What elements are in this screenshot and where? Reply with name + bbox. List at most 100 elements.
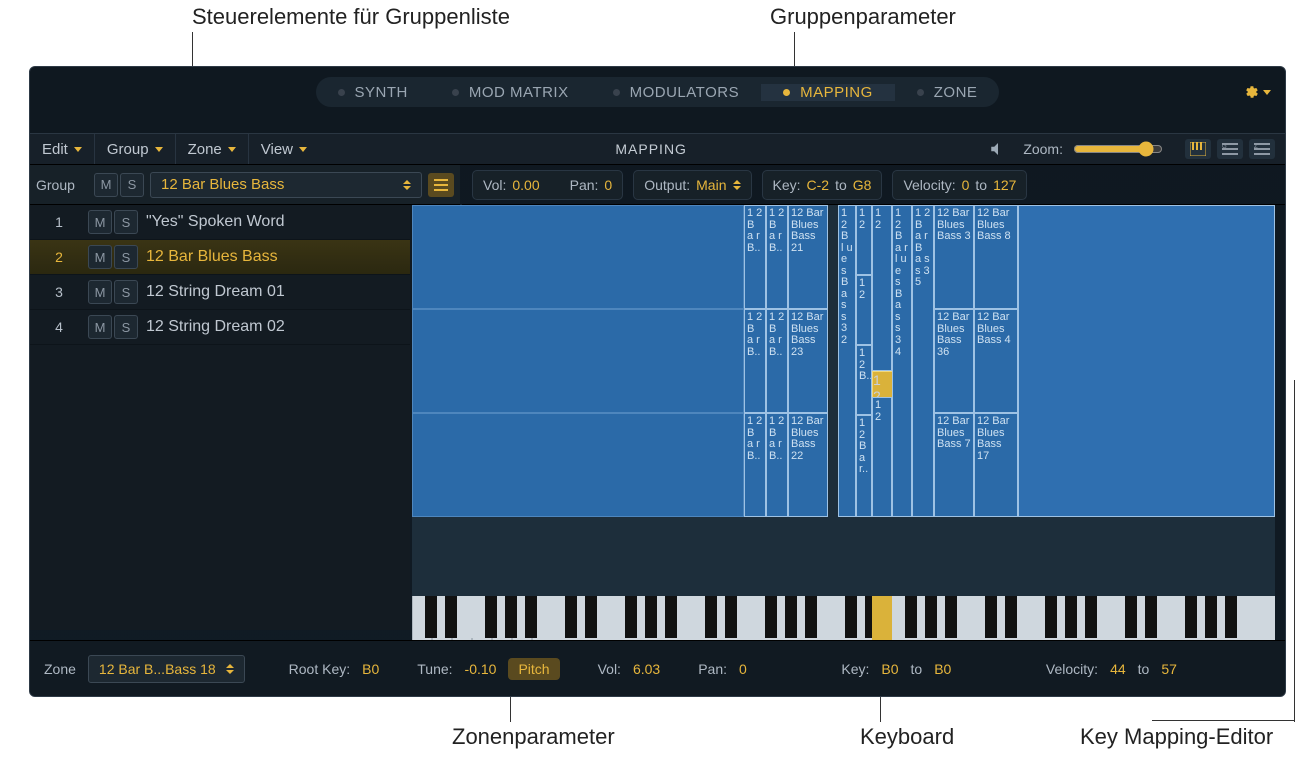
group-row[interactable]: 1 MS "Yes" Spoken Word bbox=[30, 205, 410, 240]
mute-button[interactable]: M bbox=[88, 245, 112, 269]
callout-line bbox=[1152, 720, 1295, 721]
zone-block[interactable]: 1 2 B.. bbox=[856, 345, 872, 415]
zone-vel-hi[interactable]: 57 bbox=[1161, 661, 1177, 677]
audition-button[interactable] bbox=[983, 140, 1013, 158]
tab-zone[interactable]: ZONE bbox=[895, 84, 1000, 101]
menu-edit[interactable]: Edit bbox=[30, 134, 95, 164]
zone-block[interactable]: 1 2 B a r B.. bbox=[744, 309, 766, 413]
zone-block[interactable]: 1 2 B a r B a s s 3 5 bbox=[912, 205, 934, 517]
zone-block[interactable]: 1 2 B a r B.. bbox=[766, 205, 788, 309]
stepper-icon bbox=[403, 180, 411, 190]
group-key-label: Key: bbox=[773, 177, 801, 193]
group-key-hi[interactable]: G8 bbox=[853, 177, 872, 193]
zone-selected[interactable]: 1 2.. bbox=[872, 371, 894, 399]
zoom-label: Zoom: bbox=[1023, 141, 1063, 157]
menu-label: View bbox=[261, 141, 293, 158]
svg-text:G: G bbox=[1222, 144, 1227, 150]
zone-block[interactable] bbox=[412, 413, 744, 517]
tab-label: MOD MATRIX bbox=[469, 84, 569, 101]
tabs: SYNTH MOD MATRIX MODULATORS MAPPING ZONE bbox=[316, 77, 1000, 107]
zone-block[interactable]: 1 2 B a r B.. bbox=[744, 413, 766, 517]
zone-block[interactable]: 1 2 B a r B.. bbox=[766, 413, 788, 517]
group-vol-value[interactable]: 0.00 bbox=[512, 177, 539, 193]
view-group-list-button[interactable]: G bbox=[1217, 139, 1243, 159]
zone-block[interactable]: 12 Bar Blues Bass 4 bbox=[974, 309, 1018, 413]
group-select[interactable]: 12 Bar Blues Bass bbox=[150, 172, 422, 198]
zoom-slider[interactable] bbox=[1073, 141, 1163, 157]
list-icon: G bbox=[1222, 142, 1238, 156]
group-row[interactable]: 4 MS 12 String Dream 02 bbox=[30, 310, 410, 345]
root-key-value[interactable]: B0 bbox=[362, 661, 379, 677]
tab-mod-matrix[interactable]: MOD MATRIX bbox=[430, 84, 591, 101]
group-number: 4 bbox=[38, 319, 80, 335]
zone-block[interactable]: 1 2 bbox=[872, 205, 892, 371]
zone-key-hi[interactable]: B0 bbox=[934, 661, 951, 677]
zone-block[interactable]: 12 Bar Blues Bass 3 bbox=[934, 205, 974, 309]
callout-line bbox=[1294, 380, 1295, 722]
solo-button[interactable]: S bbox=[114, 315, 138, 339]
zone-block[interactable]: 1 2 B l u e s B a s s 3 2 bbox=[838, 205, 856, 517]
mute-all-button[interactable]: M bbox=[94, 173, 118, 197]
menu-group[interactable]: Group bbox=[95, 134, 176, 164]
zone-block[interactable]: 1 2 B a r B.. bbox=[766, 309, 788, 413]
tune-label: Tune: bbox=[417, 661, 452, 677]
stepper-icon bbox=[733, 180, 741, 190]
group-row[interactable]: 3 MS 12 String Dream 01 bbox=[30, 275, 410, 310]
zone-block[interactable]: 1 2 bbox=[872, 397, 892, 517]
tab-mapping[interactable]: MAPPING bbox=[761, 84, 895, 101]
chevron-down-icon bbox=[1263, 90, 1271, 95]
zone-block[interactable]: 12 Bar Blues Bass 7 bbox=[934, 413, 974, 517]
group-list-toggle-button[interactable] bbox=[428, 173, 454, 197]
mute-button[interactable]: M bbox=[88, 280, 112, 304]
zone-block[interactable]: 12 Bar Blues Bass 17 bbox=[974, 413, 1018, 517]
solo-button[interactable]: S bbox=[114, 210, 138, 234]
mute-button[interactable]: M bbox=[88, 210, 112, 234]
zone-block[interactable]: 1 2 bbox=[856, 275, 872, 345]
menu-zone[interactable]: Zone bbox=[176, 134, 249, 164]
group-name: 12 String Dream 02 bbox=[146, 318, 285, 336]
group-output-value: Main bbox=[696, 177, 726, 193]
key-mapping-editor[interactable]: 12 Bar Blues Bass 12 1 2 B a r B.. 1 2 B… bbox=[412, 205, 1275, 596]
group-name: 12 Bar Blues Bass bbox=[146, 248, 278, 266]
zone-vol-value[interactable]: 6.03 bbox=[633, 661, 660, 677]
tune-value[interactable]: -0.10 bbox=[465, 661, 497, 677]
solo-all-button[interactable]: S bbox=[120, 173, 144, 197]
zone-block[interactable]: 1 2 bbox=[856, 205, 872, 275]
menu-label: Zone bbox=[188, 141, 222, 158]
zone-block[interactable] bbox=[1018, 205, 1275, 517]
zone-block[interactable]: 1 2 B a r.. bbox=[856, 415, 872, 517]
settings-menu-button[interactable] bbox=[1245, 81, 1271, 103]
tab-modulators[interactable]: MODULATORS bbox=[591, 84, 761, 101]
zone-key-lo[interactable]: B0 bbox=[881, 661, 898, 677]
zone-block[interactable] bbox=[412, 205, 744, 309]
zone-vel-lo[interactable]: 44 bbox=[1110, 661, 1126, 677]
zone-block[interactable]: 12 Bar Blues Bass 8 bbox=[974, 205, 1018, 309]
zone-pan-value[interactable]: 0 bbox=[739, 661, 747, 677]
group-output[interactable]: Output: Main bbox=[633, 170, 751, 200]
zone-block[interactable]: 1 2 B a r B.. bbox=[744, 205, 766, 309]
zone-block[interactable]: 12 Bar Blues Bass 22 bbox=[788, 413, 828, 517]
zone-select[interactable]: 12 Bar B...Bass 18 bbox=[88, 655, 245, 683]
zone-block[interactable]: 12 Bar Blues Bass 23 bbox=[788, 309, 828, 413]
callout-keyboard: Keyboard bbox=[860, 724, 954, 750]
group-select-value: 12 Bar Blues Bass bbox=[161, 176, 284, 193]
pitch-toggle[interactable]: Pitch bbox=[508, 658, 559, 680]
group-vel-hi[interactable]: 127 bbox=[993, 177, 1016, 193]
zone-block[interactable]: 1 2 B a r l u e s B a s s 3 4 bbox=[892, 205, 912, 517]
tab-synth[interactable]: SYNTH bbox=[316, 84, 430, 101]
dot-icon bbox=[613, 89, 620, 96]
mute-button[interactable]: M bbox=[88, 315, 112, 339]
group-pan-value[interactable]: 0 bbox=[604, 177, 612, 193]
group-vel-lo[interactable]: 0 bbox=[962, 177, 970, 193]
zone-block[interactable] bbox=[412, 309, 744, 413]
solo-button[interactable]: S bbox=[114, 245, 138, 269]
zone-label: Zone bbox=[44, 661, 76, 677]
menu-view[interactable]: View bbox=[249, 134, 319, 164]
zone-block[interactable]: 12 Bar Blues Bass 21 bbox=[788, 205, 828, 309]
group-row[interactable]: 2 MS 12 Bar Blues Bass bbox=[30, 240, 410, 275]
view-zone-list-button[interactable]: Z bbox=[1249, 139, 1275, 159]
solo-button[interactable]: S bbox=[114, 280, 138, 304]
view-key-mapping-button[interactable] bbox=[1185, 139, 1211, 159]
zone-block[interactable]: 12 Bar Blues Bass 36 bbox=[934, 309, 974, 413]
group-key-lo[interactable]: C-2 bbox=[807, 177, 830, 193]
